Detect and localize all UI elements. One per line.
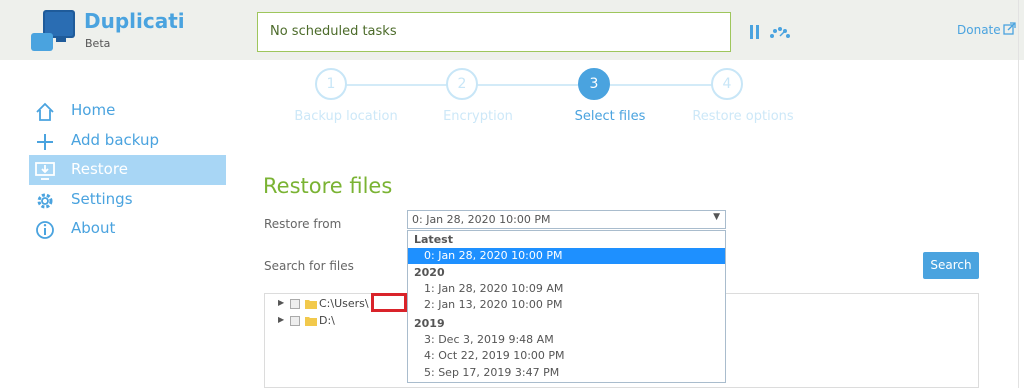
sidebar-item-home[interactable]: Home xyxy=(29,96,226,126)
redaction-box xyxy=(371,293,407,312)
right-edge-divider xyxy=(1018,0,1019,388)
dropdown-option[interactable]: 5: Sep 17, 2019 3:47 PM xyxy=(408,365,725,381)
duplicati-logo-icon xyxy=(31,10,75,51)
folder-icon xyxy=(305,300,317,309)
plus-icon xyxy=(37,134,53,150)
sidebar-item-label: Restore xyxy=(71,160,128,178)
tree-checkbox[interactable] xyxy=(290,299,300,309)
step-4-label[interactable]: Restore options xyxy=(663,109,823,124)
restore-from-label: Restore from xyxy=(264,217,342,231)
app-title: Duplicati xyxy=(84,9,185,33)
dropdown-group-2019: 2019 xyxy=(414,317,445,330)
step-1-circle[interactable]: 1 xyxy=(315,68,347,100)
search-label: Search for files xyxy=(264,259,354,273)
dropdown-option[interactable]: 3: Dec 3, 2019 9:48 AM xyxy=(408,332,725,348)
restore-from-value: 0: Jan 28, 2020 10:00 PM xyxy=(412,213,551,226)
dropdown-option[interactable]: 0: Jan 28, 2020 10:00 PM xyxy=(408,248,725,264)
step-3-circle[interactable]: 3 xyxy=(578,68,610,100)
sidebar-item-add-backup[interactable]: Add backup xyxy=(29,126,226,156)
throttle-icon[interactable] xyxy=(769,26,791,38)
expand-arrow-icon[interactable]: ▶ xyxy=(278,315,284,324)
tree-row[interactable]: ▶ D:\ xyxy=(278,314,378,328)
app-subtitle: Beta xyxy=(85,37,111,50)
restore-icon xyxy=(35,162,55,180)
pause-icon[interactable] xyxy=(749,25,761,39)
tree-row[interactable]: ▶ C:\Users\ xyxy=(278,297,378,311)
restore-from-select[interactable]: 0: Jan 28, 2020 10:00 PM ▼ xyxy=(407,210,726,229)
home-icon xyxy=(36,102,54,121)
page-title: Restore files xyxy=(263,174,393,198)
chevron-down-icon: ▼ xyxy=(713,212,720,222)
sidebar-item-label: Settings xyxy=(71,190,133,208)
sidebar-item-about[interactable]: About xyxy=(29,214,226,244)
stepper-line xyxy=(331,84,729,86)
dropdown-option[interactable]: 1: Jan 28, 2020 10:09 AM xyxy=(408,281,725,297)
tree-checkbox[interactable] xyxy=(290,316,300,326)
info-icon xyxy=(36,221,54,239)
restore-from-dropdown: Latest 0: Jan 28, 2020 10:00 PM 2020 1: … xyxy=(407,230,726,383)
folder-icon xyxy=(305,317,317,326)
sidebar-item-label: About xyxy=(71,219,116,237)
donate-link[interactable]: Donate xyxy=(957,23,1001,37)
status-text: No scheduled tasks xyxy=(270,24,397,39)
sidebar-item-settings[interactable]: Settings xyxy=(29,185,226,215)
dropdown-group-2020: 2020 xyxy=(414,266,445,279)
sidebar-item-restore[interactable]: Restore xyxy=(29,155,226,185)
expand-arrow-icon[interactable]: ▶ xyxy=(278,298,284,307)
status-box: No scheduled tasks xyxy=(257,12,731,52)
sidebar-item-label: Home xyxy=(71,101,116,119)
search-button[interactable]: Search xyxy=(923,252,979,279)
step-2-circle[interactable]: 2 xyxy=(446,68,478,100)
dropdown-option[interactable]: 4: Oct 22, 2019 10:00 PM xyxy=(408,348,725,364)
gear-icon xyxy=(37,193,53,209)
step-4-circle[interactable]: 4 xyxy=(711,68,743,100)
dropdown-option[interactable]: 2: Jan 13, 2020 10:00 PM xyxy=(408,297,725,313)
tree-path: D:\ xyxy=(319,314,335,327)
external-link-icon[interactable] xyxy=(1003,22,1016,35)
dropdown-group-latest: Latest xyxy=(414,233,453,246)
tree-path: C:\Users\ xyxy=(319,297,369,310)
sidebar-item-label: Add backup xyxy=(71,131,160,149)
